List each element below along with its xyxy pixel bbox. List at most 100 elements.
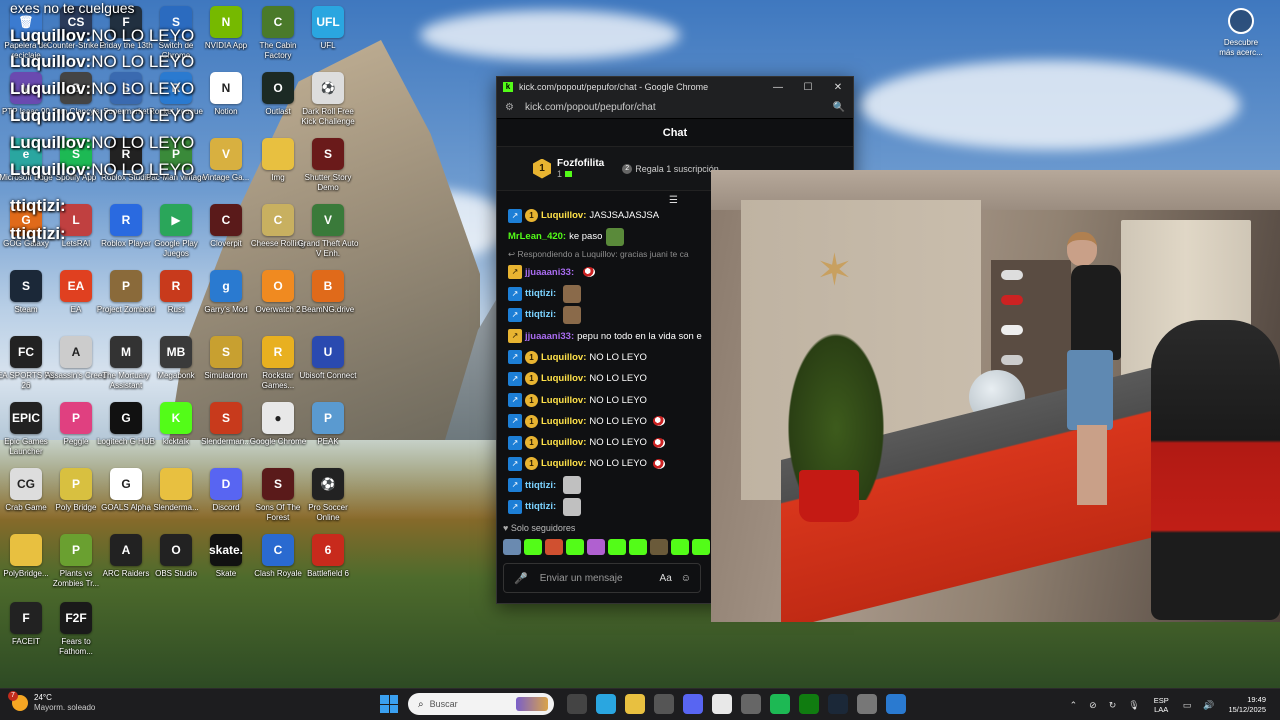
chrome-titlebar[interactable]: k kick.com/popout/pepufor/chat - Google … bbox=[497, 77, 853, 97]
discord-icon[interactable] bbox=[682, 694, 703, 714]
windows-start-icon[interactable] bbox=[380, 695, 398, 713]
chat-username[interactable]: jjuaaani33: bbox=[525, 267, 574, 278]
chat-username[interactable]: Luquillov: bbox=[541, 210, 586, 221]
desktop-icon[interactable]: V Vintage Ga... bbox=[196, 134, 256, 198]
app-icon: D bbox=[210, 468, 242, 500]
maximize-button[interactable]: ☐ bbox=[793, 82, 823, 93]
chat-username[interactable]: Luquillov: bbox=[541, 458, 586, 469]
gift-sub-button[interactable]: 2 Regala 1 suscripción bbox=[622, 163, 719, 174]
desktop-icon[interactable]: ⚽ Pro Soccer Online bbox=[298, 464, 358, 528]
steam-icon[interactable] bbox=[827, 694, 848, 714]
microphone-tray-icon[interactable]: 🎙 bbox=[1128, 700, 1139, 711]
refresh-icon[interactable]: ↻ bbox=[1109, 700, 1117, 711]
og-badge-icon: ↗ bbox=[508, 329, 522, 344]
translate-icon[interactable]: Aa bbox=[660, 573, 672, 584]
chrome-icon[interactable] bbox=[711, 694, 732, 714]
desktop-icon[interactable]: skate. Skate bbox=[196, 530, 256, 594]
quick-emote[interactable] bbox=[671, 539, 689, 555]
desktop-icon[interactable]: P PEAK bbox=[298, 398, 358, 462]
quick-emote[interactable] bbox=[629, 539, 647, 555]
app-icon: S bbox=[262, 468, 294, 500]
chat-username[interactable]: ttiqtizi: bbox=[525, 501, 556, 512]
weather-widget[interactable]: 7 24°C Mayorm. soleado bbox=[8, 691, 96, 713]
chat-emote bbox=[563, 305, 582, 324]
desktop-icon[interactable]: F2F Fears to Fathom... bbox=[46, 598, 106, 662]
chat-username[interactable]: ttiqtizi: bbox=[525, 480, 556, 491]
minimize-button[interactable]: — bbox=[763, 82, 793, 93]
quick-emote[interactable] bbox=[524, 539, 542, 555]
system-clock[interactable]: 19:49 15/12/2025 bbox=[1228, 695, 1266, 715]
search-placeholder: Buscar bbox=[429, 699, 458, 709]
language-indicator[interactable]: ESP LAA bbox=[1154, 696, 1169, 714]
gifter-sub-count-value: 1 bbox=[557, 169, 563, 179]
desktop-icon[interactable]: V Grand Theft Auto V Enh. bbox=[298, 200, 358, 264]
cam-shoe bbox=[1001, 355, 1023, 365]
url-text[interactable]: kick.com/popout/pepufor/chat bbox=[525, 102, 833, 113]
desktop-icon[interactable]: N Notion bbox=[196, 68, 256, 132]
taskbar-search[interactable]: ⌕ Buscar bbox=[408, 693, 554, 715]
quick-emote[interactable] bbox=[692, 539, 710, 555]
chat-username[interactable]: ttiqtizi: bbox=[525, 309, 556, 320]
chat-emote bbox=[652, 437, 665, 448]
xbox-icon[interactable] bbox=[798, 694, 819, 714]
chat-username[interactable]: Luquillov: bbox=[541, 352, 586, 363]
app-icon: P bbox=[60, 468, 92, 500]
close-button[interactable]: ✕ bbox=[823, 82, 853, 93]
desktop-icon[interactable]: C Cloverpit bbox=[196, 200, 256, 264]
quick-emote[interactable] bbox=[650, 539, 668, 555]
task-view-icon[interactable] bbox=[566, 694, 587, 714]
desktop-icon[interactable]: S Shutter Story Demo bbox=[298, 134, 358, 198]
zoom-icon[interactable]: 🔍 bbox=[833, 102, 845, 113]
gift-sub-label: Regala 1 suscripción bbox=[635, 163, 719, 174]
desktop-icon[interactable]: U Ubisoft Connect bbox=[298, 332, 358, 396]
emoji-icon[interactable]: ☺ bbox=[681, 573, 691, 584]
chat-username[interactable]: Luquillov: bbox=[541, 373, 586, 384]
desktop-icon[interactable]: g Garry's Mod bbox=[196, 266, 256, 330]
edge-icon[interactable] bbox=[595, 694, 616, 714]
network-off-icon[interactable]: ⊘ bbox=[1089, 700, 1097, 711]
app-icon: R bbox=[160, 270, 192, 302]
chat-username[interactable]: Luquillov: bbox=[541, 416, 586, 427]
app-icon: O bbox=[262, 72, 294, 104]
chevron-up-icon[interactable]: ⌃ bbox=[1070, 700, 1078, 711]
display-icon[interactable]: ▭ bbox=[1183, 700, 1192, 711]
kick-app-icon[interactable] bbox=[885, 694, 906, 714]
chat-username[interactable]: MrLean_420: bbox=[508, 231, 566, 242]
address-bar[interactable]: ⚙ kick.com/popout/pepufor/chat 🔍 bbox=[497, 97, 853, 119]
desktop-icon[interactable]: B BeamNG.drive bbox=[298, 266, 358, 330]
chat-username[interactable]: Luquillov: bbox=[541, 395, 586, 406]
chat-emote bbox=[563, 476, 582, 495]
quick-emote[interactable] bbox=[566, 539, 584, 555]
discover-widget[interactable]: Descubre más acerc... bbox=[1218, 8, 1264, 58]
desktop-icon-label: PEAK bbox=[317, 437, 339, 446]
app-icon: G bbox=[110, 402, 142, 434]
site-settings-icon[interactable]: ⚙ bbox=[505, 102, 515, 113]
microphone-icon[interactable]: 🎤 bbox=[514, 572, 528, 585]
clock-app-icon[interactable] bbox=[740, 694, 761, 714]
chat-input-placeholder[interactable]: Enviar un mensaje bbox=[540, 573, 660, 584]
quick-emote[interactable] bbox=[608, 539, 626, 555]
weather-desc: Mayorm. soleado bbox=[34, 703, 96, 712]
file-explorer-icon[interactable] bbox=[624, 694, 645, 714]
chat-input[interactable]: 🎤 Enviar un mensaje Aa ☺ bbox=[503, 563, 701, 593]
desktop-icon[interactable]: S Slenderman... bbox=[196, 398, 256, 462]
quick-emote[interactable] bbox=[587, 539, 605, 555]
quick-emote[interactable] bbox=[545, 539, 563, 555]
chat-username[interactable]: ttiqtizi: bbox=[525, 288, 556, 299]
settings-icon[interactable] bbox=[856, 694, 877, 714]
chat-text: NO LO LEYO bbox=[589, 351, 647, 363]
quick-emote[interactable] bbox=[503, 539, 521, 555]
chat-username[interactable]: jjuaaani33: bbox=[525, 331, 574, 342]
app-icon bbox=[160, 468, 192, 500]
desktop-icon[interactable]: ⚽ Dark Roll Free Kick Challenge bbox=[298, 68, 358, 132]
app-icon: N bbox=[210, 72, 242, 104]
app-icon: EA bbox=[60, 270, 92, 302]
overlay-message: NO LO LEYO bbox=[91, 52, 195, 71]
chat-username[interactable]: Luquillov: bbox=[541, 437, 586, 448]
spotify-icon[interactable] bbox=[769, 694, 790, 714]
store-icon[interactable] bbox=[653, 694, 674, 714]
wallpaper-cloud bbox=[420, 10, 680, 60]
desktop-icon[interactable]: UFL UFL bbox=[298, 2, 358, 66]
volume-icon[interactable]: 🔊 bbox=[1203, 700, 1214, 711]
desktop-icon[interactable]: 6 Battlefield 6 bbox=[298, 530, 358, 594]
